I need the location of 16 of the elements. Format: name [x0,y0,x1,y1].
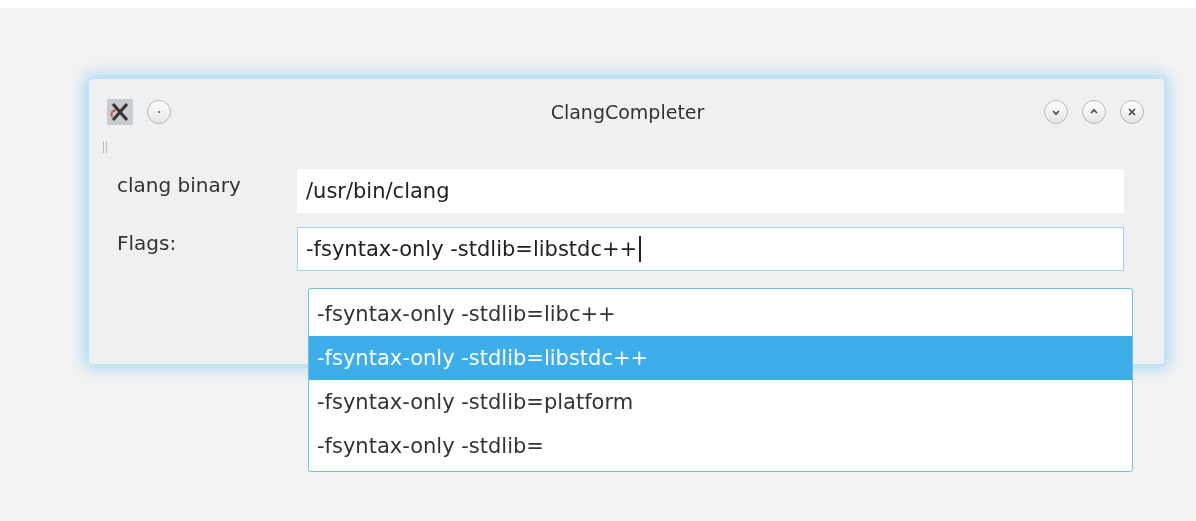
window-title: ClangCompleter [549,101,706,123]
completion-item[interactable]: -fsyntax-only -stdlib=libc++ [309,292,1132,336]
pin-button[interactable] [147,100,171,124]
grip-icon [103,141,107,153]
field-label: clang binary [116,172,242,199]
minimize-button[interactable] [1044,100,1068,124]
completion-item[interactable]: -fsyntax-only -stdlib=platform [309,380,1132,424]
input-field[interactable]: -fsyntax-only -stdlib=libstdc++ [297,227,1124,271]
input-field[interactable]: /usr/bin/clang [297,169,1124,213]
app-icon[interactable] [107,99,133,125]
maximize-button[interactable] [1082,100,1106,124]
close-button[interactable] [1120,100,1144,124]
field-label: Flags: [116,230,178,257]
completion-item[interactable]: -fsyntax-only -stdlib= [309,424,1132,468]
close-icon [1127,107,1137,117]
chevron-down-icon [1051,107,1061,117]
